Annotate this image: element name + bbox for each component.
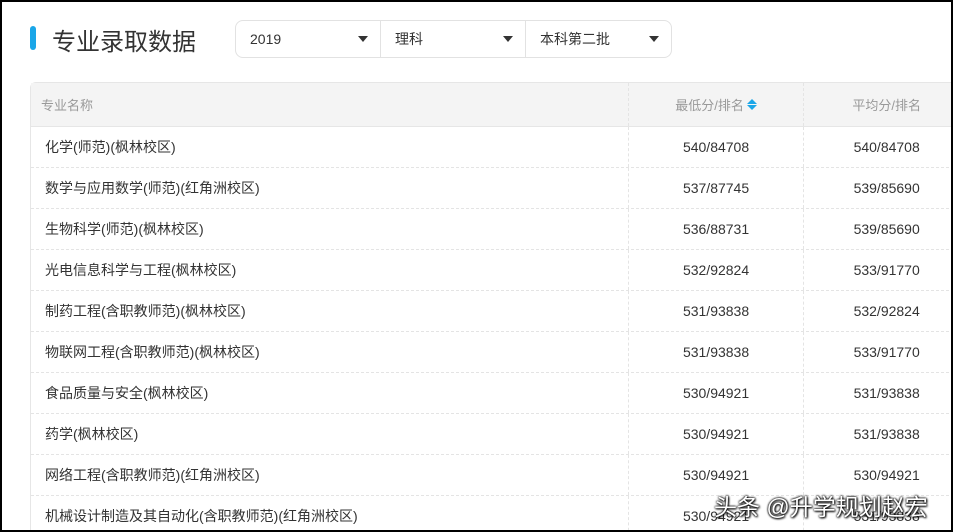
table-row: 食品质量与安全(枫林校区) 530/94921 531/93838 [31, 373, 951, 414]
watermark: 头条 @升学规划赵宏 [714, 494, 928, 520]
table-row: 药学(枫林校区) 530/94921 531/93838 [31, 414, 951, 455]
avg-score: 533/91770 [803, 250, 951, 290]
major-name: 数学与应用数学(师范)(红角洲校区) [45, 180, 260, 196]
table-row: 生物科学(师范)(枫林校区) 536/88731 539/85690 [31, 209, 951, 250]
filter-group: 2019 理科 本科第二批 [235, 20, 672, 58]
table-row: 物联网工程(含职教师范)(枫林校区) 531/93838 533/91770 [31, 332, 951, 373]
col-major: 专业名称 [41, 98, 94, 113]
major-name: 食品质量与安全(枫林校区) [45, 385, 209, 401]
min-score: 530/94921 [627, 414, 804, 454]
min-score: 540/84708 [627, 127, 804, 167]
caret-down-icon [649, 36, 659, 42]
year-value: 2019 [250, 31, 282, 47]
year-select[interactable]: 2019 [236, 21, 381, 57]
subject-value: 理科 [395, 31, 423, 47]
table-header: 专业名称 最低分/排名 平均分/排名 [31, 83, 951, 127]
min-score: 536/88731 [627, 209, 804, 249]
major-name: 制药工程(含职教师范)(枫林校区) [45, 303, 246, 319]
avg-score: 531/93838 [803, 373, 951, 413]
avg-score: 533/91770 [803, 332, 951, 372]
min-score: 537/87745 [627, 168, 804, 208]
sort-icon[interactable] [746, 99, 757, 110]
major-name: 物联网工程(含职教师范)(枫林校区) [45, 344, 260, 360]
avg-score: 540/84708 [803, 127, 951, 167]
title-accent [30, 26, 36, 50]
major-name: 药学(枫林校区) [45, 426, 139, 442]
table-row: 制药工程(含职教师范)(枫林校区) 531/93838 532/92824 [31, 291, 951, 332]
min-score: 531/93838 [627, 332, 804, 372]
min-score: 531/93838 [627, 291, 804, 331]
subject-select[interactable]: 理科 [381, 21, 526, 57]
avg-score: 531/93838 [803, 414, 951, 454]
major-name: 光电信息科学与工程(枫林校区) [45, 262, 237, 278]
admission-table: 专业名称 最低分/排名 平均分/排名 化学(师范)(枫林校区) 540/84708… [30, 82, 951, 530]
col-min-label: 最低分/排名 [675, 98, 744, 113]
caret-down-icon [358, 36, 368, 42]
table-row: 化学(师范)(枫林校区) 540/84708 540/84708 [31, 127, 951, 168]
min-score: 530/94921 [627, 373, 804, 413]
col-min-score[interactable]: 最低分/排名 [627, 83, 804, 126]
avg-score: 539/85690 [803, 209, 951, 249]
major-name: 化学(师范)(枫林校区) [45, 139, 176, 155]
min-score: 532/92824 [627, 250, 804, 290]
avg-score: 539/85690 [803, 168, 951, 208]
major-name: 生物科学(师范)(枫林校区) [45, 221, 204, 237]
major-name: 网络工程(含职教师范)(红角洲校区) [45, 467, 260, 483]
avg-score: 532/92824 [803, 291, 951, 331]
page-title: 专业录取数据 [52, 29, 196, 56]
batch-value: 本科第二批 [540, 31, 610, 47]
caret-down-icon [503, 36, 513, 42]
page: 专业录取数据 2019 理科 本科第二批 专业名称 最低分/排名 平均分/排名 … [2, 2, 951, 530]
major-name: 机械设计制造及其自动化(含职教师范)(红角洲校区) [45, 508, 358, 524]
table-row: 数学与应用数学(师范)(红角洲校区) 537/87745 539/85690 [31, 168, 951, 209]
col-avg-score: 平均分/排名 [803, 83, 951, 126]
table-row: 光电信息科学与工程(枫林校区) 532/92824 533/91770 [31, 250, 951, 291]
batch-select[interactable]: 本科第二批 [526, 21, 671, 57]
